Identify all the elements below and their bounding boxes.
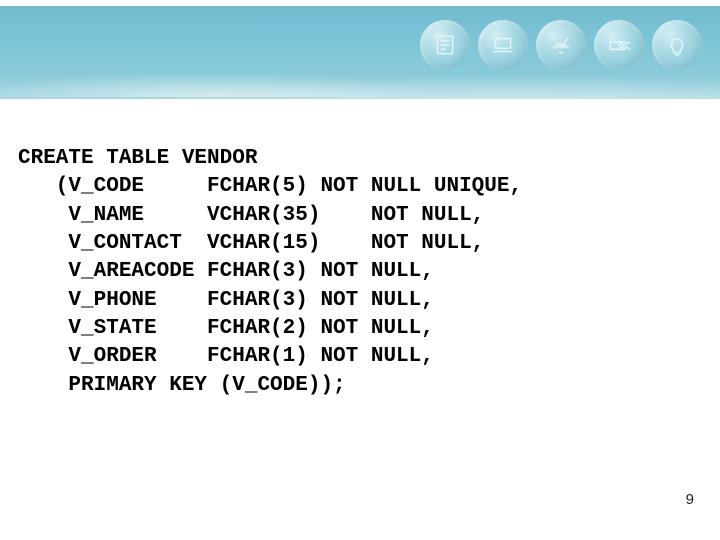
header-icons-row [420,20,702,70]
code-line: V_CONTACT VCHAR(15) NOT NULL, [18,232,484,255]
slide-header-banner [0,0,720,105]
code-line: V_ORDER FCHAR(1) NOT NULL, [18,345,434,368]
slide-content: CREATE TABLE VENDOR (V_CODE FCHAR(5) NOT… [0,105,720,400]
satellite-dish-icon [536,20,586,70]
code-line: CREATE TABLE VENDOR [18,147,257,170]
projector-icon [594,20,644,70]
page-number: 9 [686,491,694,508]
lightbulb-icon [652,20,702,70]
code-line: (V_CODE FCHAR(5) NOT NULL UNIQUE, [18,175,522,198]
laptop-icon [478,20,528,70]
notebook-icon [420,20,470,70]
sql-code-block: CREATE TABLE VENDOR (V_CODE FCHAR(5) NOT… [18,145,702,400]
code-line: V_NAME VCHAR(35) NOT NULL, [18,204,484,227]
code-line: PRIMARY KEY (V_CODE)); [18,374,346,397]
code-line: V_PHONE FCHAR(3) NOT NULL, [18,289,434,312]
code-line: V_AREACODE FCHAR(3) NOT NULL, [18,260,434,283]
code-line: V_STATE FCHAR(2) NOT NULL, [18,317,434,340]
